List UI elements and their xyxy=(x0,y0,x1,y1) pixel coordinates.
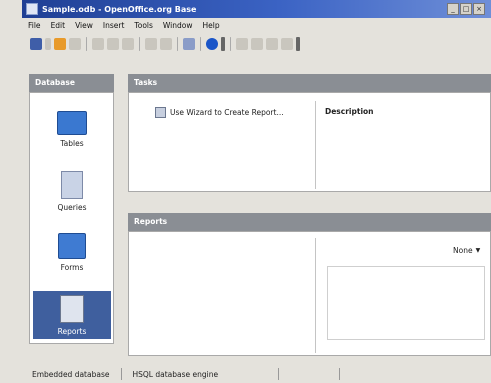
grip-icon xyxy=(221,37,225,51)
save-icon[interactable] xyxy=(69,38,81,50)
table-icon[interactable] xyxy=(236,38,248,50)
sidebar-item-label: Forms xyxy=(60,263,84,272)
title-bar: Sample.odb - OpenOffice.org Base _ □ × xyxy=(22,0,491,18)
reports-panel: None ▼ xyxy=(128,231,491,356)
menu-insert[interactable]: Insert xyxy=(103,21,125,30)
forms-icon xyxy=(58,233,86,259)
status-database-engine: HSQL database engine xyxy=(132,369,219,379)
maximize-button[interactable]: □ xyxy=(460,3,472,15)
menu-help[interactable]: Help xyxy=(202,21,219,30)
minimize-button[interactable]: _ xyxy=(447,3,459,15)
status-database-type: Embedded database xyxy=(32,369,110,379)
toolbar-separator xyxy=(86,37,87,51)
wizard-icon xyxy=(155,107,166,118)
menu-view[interactable]: View xyxy=(75,21,93,30)
task-use-wizard[interactable]: Use Wizard to Create Report... xyxy=(155,107,284,118)
form-icon[interactable] xyxy=(183,38,195,50)
sidebar-item-label: Queries xyxy=(57,203,87,212)
close-button[interactable]: × xyxy=(473,3,485,15)
report-preview-area xyxy=(327,266,485,340)
reports-header: Reports xyxy=(128,213,491,231)
edit-icon[interactable] xyxy=(251,38,263,50)
status-bar: Embedded database HSQL database engine xyxy=(22,365,491,383)
toolbar-separator xyxy=(230,37,231,51)
database-pane-header: Database xyxy=(29,74,114,92)
sidebar-item-label: Tables xyxy=(60,139,84,148)
toolbar-separator xyxy=(177,37,178,51)
menu-window[interactable]: Window xyxy=(163,21,193,30)
menu-edit[interactable]: Edit xyxy=(51,21,66,30)
tasks-header: Tasks xyxy=(128,74,491,92)
database-pane: Tables Queries Forms Reports xyxy=(29,92,114,344)
preview-mode-dropdown[interactable]: None ▼ xyxy=(453,246,480,255)
copy-icon[interactable] xyxy=(107,38,119,50)
sidebar-item-queries[interactable]: Queries xyxy=(33,171,111,212)
toolbar-separator xyxy=(200,37,201,51)
tasks-divider xyxy=(315,101,316,189)
new-document-icon[interactable] xyxy=(30,38,42,50)
menu-file[interactable]: File xyxy=(28,21,41,30)
grip-icon xyxy=(296,37,300,51)
open-icon[interactable] xyxy=(54,38,66,50)
sidebar-item-reports[interactable]: Reports xyxy=(33,291,111,339)
reports-divider xyxy=(315,238,316,353)
description-label: Description xyxy=(325,107,374,116)
paste-icon[interactable] xyxy=(122,38,134,50)
chevron-down-icon: ▼ xyxy=(475,247,481,254)
tasks-panel: Use Wizard to Create Report... Descripti… xyxy=(128,92,491,192)
rename-icon[interactable] xyxy=(281,38,293,50)
reports-icon xyxy=(60,295,84,323)
status-separator xyxy=(339,368,341,380)
sidebar-item-forms[interactable]: Forms xyxy=(33,233,111,272)
window-controls: _ □ × xyxy=(447,3,485,15)
sidebar-item-label: Reports xyxy=(57,327,87,336)
queries-icon xyxy=(61,171,83,199)
sidebar-item-tables[interactable]: Tables xyxy=(33,111,111,148)
dropdown-arrow-icon[interactable] xyxy=(45,38,51,50)
window-title: Sample.odb - OpenOffice.org Base xyxy=(42,4,197,14)
delete-icon[interactable] xyxy=(266,38,278,50)
tables-icon xyxy=(57,111,87,135)
sort-icon[interactable] xyxy=(145,38,157,50)
standard-toolbar xyxy=(22,33,491,55)
toolbar-separator xyxy=(139,37,140,51)
cut-icon[interactable] xyxy=(92,38,104,50)
status-separator xyxy=(278,368,280,380)
task-label: Use Wizard to Create Report... xyxy=(170,108,284,117)
preview-mode-value: None xyxy=(453,246,473,255)
help-icon[interactable] xyxy=(206,38,218,50)
menu-tools[interactable]: Tools xyxy=(134,21,152,30)
app-icon xyxy=(26,3,38,15)
sort-desc-icon[interactable] xyxy=(160,38,172,50)
menu-bar: File Edit View Insert Tools Window Help xyxy=(22,18,491,32)
